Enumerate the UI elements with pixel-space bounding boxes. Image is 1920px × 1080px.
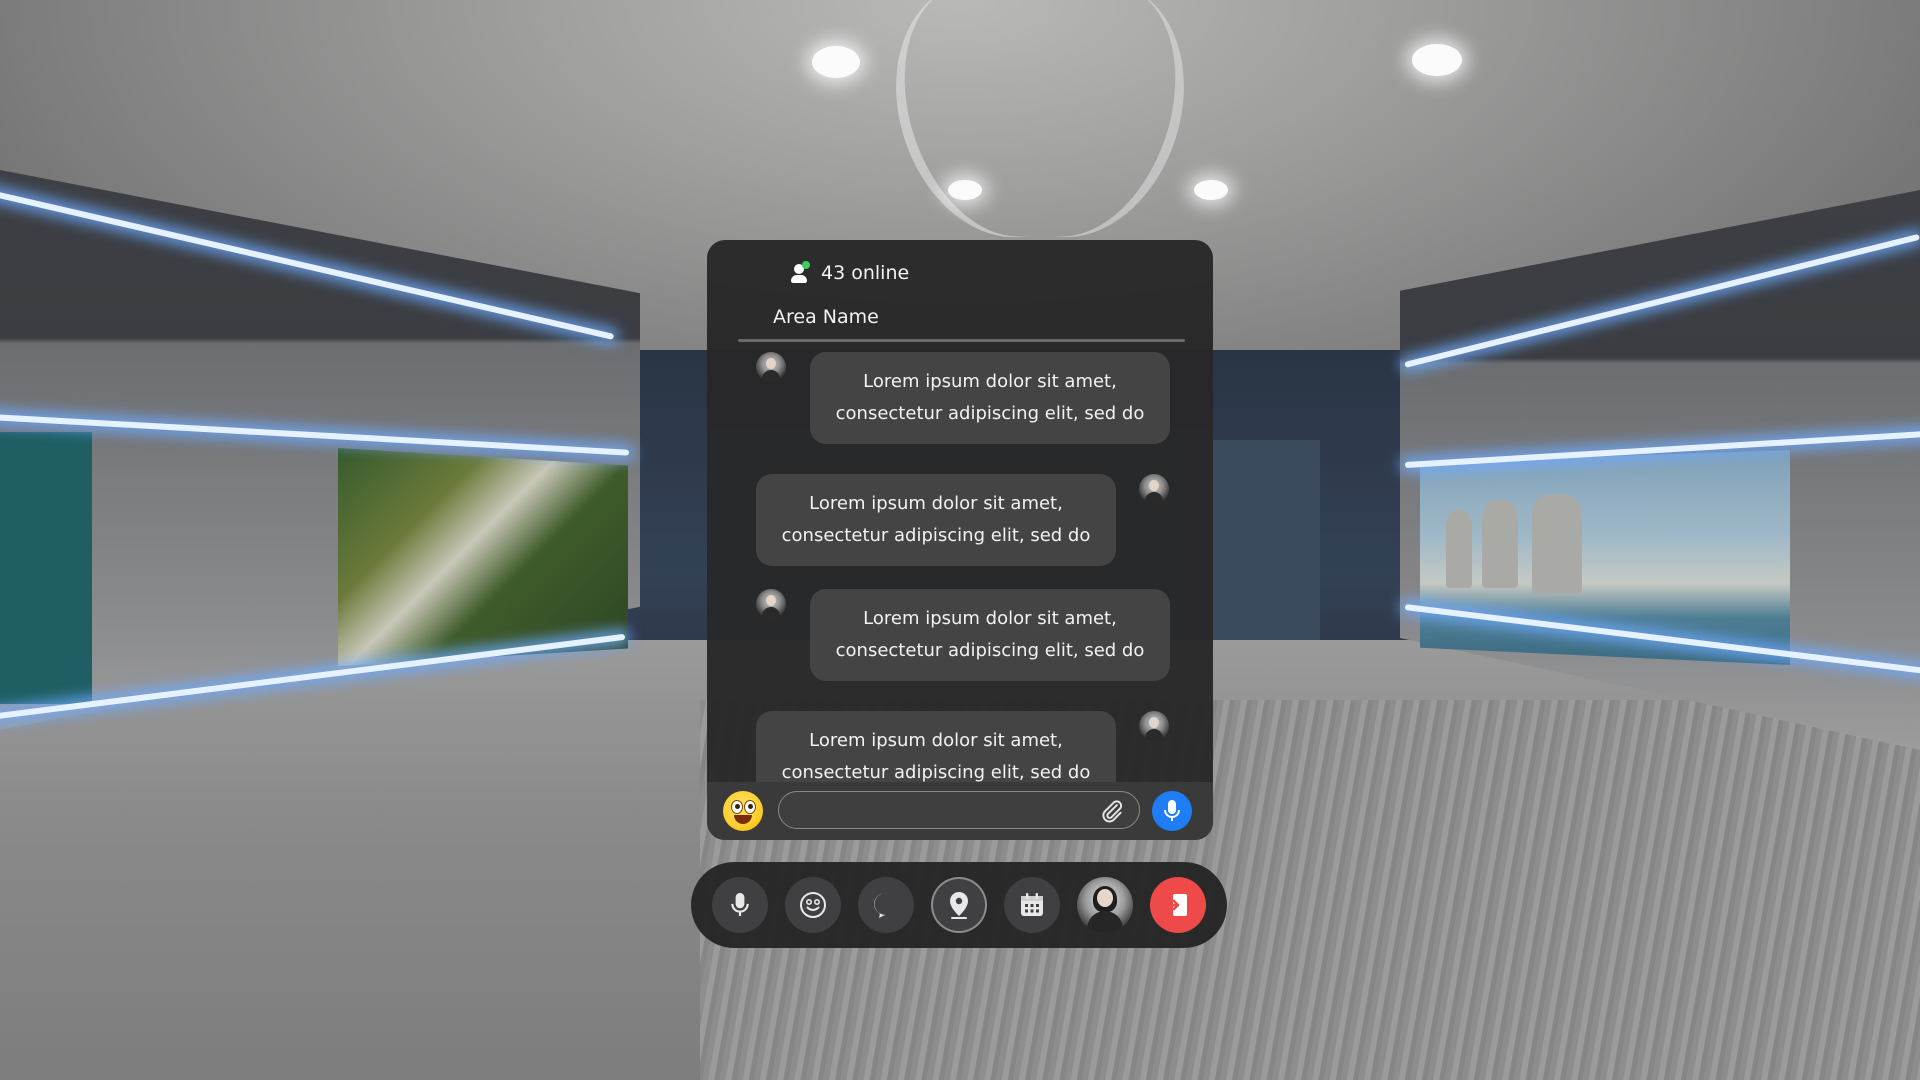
- smiley-icon: [800, 892, 826, 918]
- microphone-icon: [731, 892, 749, 916]
- message-bubble: Lorem ipsum dolor sit amet, consectetur …: [756, 711, 1116, 782]
- message-item: Lorem ipsum dolor sit amet, consectetur …: [707, 352, 1213, 448]
- message-text: Lorem ipsum dolor sit amet, consectetur …: [835, 608, 1145, 661]
- ceiling-light: [812, 46, 860, 78]
- sender-avatar[interactable]: [1139, 474, 1169, 504]
- message-bubble: Lorem ipsum dolor sit amet, consectetur …: [756, 474, 1116, 566]
- online-indicator: 43 online: [791, 258, 909, 288]
- toolbar-chat-button[interactable]: [858, 877, 914, 933]
- cooling-tower: [1532, 494, 1582, 594]
- emoji-face-icon[interactable]: [723, 791, 763, 831]
- left-photo-panel: [338, 448, 628, 666]
- online-count: 43 online: [821, 262, 910, 284]
- sender-avatar[interactable]: [756, 352, 786, 382]
- microphone-icon: [1164, 800, 1180, 821]
- message-item: Lorem ipsum dolor sit amet, consectetur …: [707, 711, 1213, 782]
- cooling-tower: [1446, 510, 1472, 588]
- ceiling-light: [948, 180, 982, 200]
- area-tab-underline: [738, 339, 1185, 342]
- message-bubble: Lorem ipsum dolor sit amet, consectetur …: [810, 352, 1170, 444]
- message-input[interactable]: [778, 791, 1140, 829]
- ceiling-light: [1412, 44, 1462, 76]
- paperclip-icon[interactable]: [1099, 798, 1125, 824]
- user-avatar[interactable]: [1077, 877, 1133, 933]
- area-name-tab[interactable]: Area Name: [773, 306, 879, 328]
- bottom-toolbar: [691, 862, 1227, 948]
- calendar-icon: [1021, 893, 1043, 916]
- chat-header: 43 online Area Name: [707, 240, 1213, 342]
- exit-door-icon: [1165, 894, 1187, 916]
- ceiling-light: [1194, 180, 1228, 200]
- map-pin-icon: [950, 892, 968, 919]
- message-item: Lorem ipsum dolor sit amet, consectetur …: [707, 474, 1213, 570]
- cooling-tower: [1482, 500, 1518, 588]
- chat-bubble-icon: [874, 893, 894, 918]
- toolbar-calendar-button[interactable]: [1004, 877, 1060, 933]
- message-bubble: Lorem ipsum dolor sit amet, consectetur …: [810, 589, 1170, 681]
- message-list[interactable]: Lorem ipsum dolor sit amet, consectetur …: [707, 352, 1213, 782]
- message-composer: [707, 782, 1213, 840]
- sender-avatar[interactable]: [756, 589, 786, 619]
- message-text: Lorem ipsum dolor sit amet, consectetur …: [781, 493, 1091, 546]
- message-text: Lorem ipsum dolor sit amet, consectetur …: [835, 371, 1145, 424]
- chat-panel: 43 online Area Name Lorem ipsum dolor si…: [707, 240, 1213, 840]
- message-text: Lorem ipsum dolor sit amet, consectetur …: [781, 730, 1091, 782]
- exit-button[interactable]: [1150, 877, 1206, 933]
- message-item: Lorem ipsum dolor sit amet, consectetur …: [707, 589, 1213, 685]
- toolbar-mic-button[interactable]: [712, 877, 768, 933]
- sender-avatar[interactable]: [1139, 711, 1169, 741]
- left-info-panel: [0, 432, 92, 704]
- toolbar-emoji-button[interactable]: [785, 877, 841, 933]
- toolbar-location-button[interactable]: [931, 877, 987, 933]
- voice-message-button[interactable]: [1152, 791, 1192, 831]
- user-online-icon: [791, 261, 810, 284]
